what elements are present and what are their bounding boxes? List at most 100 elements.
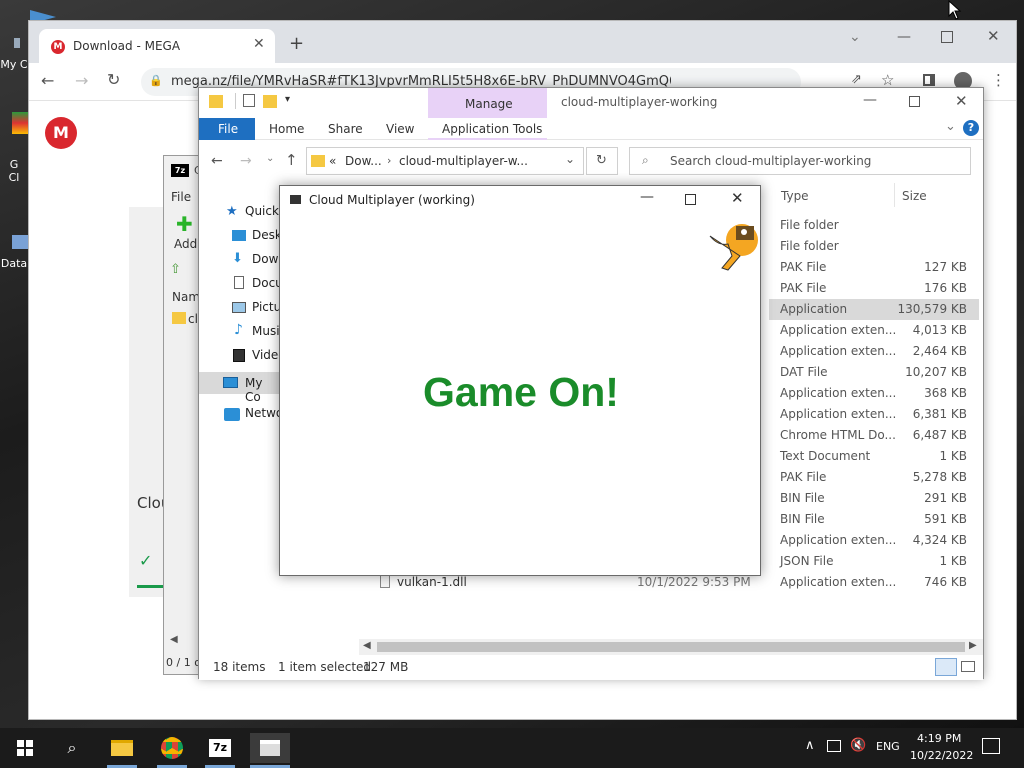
- desktop-icon-label-data[interactable]: Data: [0, 257, 28, 270]
- breadcrumb-current[interactable]: cloud-multiplayer-w...: [399, 154, 528, 168]
- refresh-button[interactable]: ↻: [586, 147, 618, 175]
- tab-search-chevron-icon[interactable]: ⌄: [849, 29, 861, 45]
- column-divider[interactable]: [894, 183, 895, 207]
- chrome-menu-icon[interactable]: ⋮: [991, 71, 1006, 89]
- add-button-label[interactable]: Add: [174, 237, 197, 251]
- explorer-back-icon[interactable]: ←: [211, 153, 223, 169]
- file-row[interactable]: Application exten... 368 KB: [769, 383, 979, 404]
- ribbon-tab-file[interactable]: File: [199, 118, 255, 140]
- breadcrumb-overflow[interactable]: «: [329, 154, 336, 168]
- mega-logo-icon[interactable]: M: [45, 117, 77, 149]
- file-row[interactable]: File folder: [769, 236, 979, 257]
- reload-icon[interactable]: ↻: [107, 70, 120, 89]
- explorer-search-box[interactable]: ⌕ Search cloud-multiplayer-working: [629, 147, 971, 175]
- file-row[interactable]: Application exten... 2,464 KB: [769, 341, 979, 362]
- scrollbar-thumb[interactable]: [377, 642, 965, 652]
- nav-quick-access[interactable]: Quick: [245, 204, 279, 218]
- qat-dropdown-icon[interactable]: ▾: [285, 94, 290, 105]
- desktop-icon-label-chrome[interactable]: G Cl: [0, 158, 28, 184]
- clock-date[interactable]: 10/22/2022: [910, 749, 973, 762]
- taskbar-chrome[interactable]: [157, 733, 187, 763]
- ribbon-tab-home[interactable]: Home: [269, 122, 304, 136]
- new-folder-icon[interactable]: [263, 95, 277, 108]
- explorer-forward-icon[interactable]: →: [240, 153, 252, 169]
- file-row[interactable]: BIN File 291 KB: [769, 488, 979, 509]
- file-row[interactable]: Text Document 1 KB: [769, 446, 979, 467]
- up-arrow-icon[interactable]: ↑: [285, 151, 298, 169]
- maximize-button[interactable]: [941, 31, 953, 43]
- taskbar-7zip[interactable]: 7z: [205, 733, 235, 763]
- horizontal-scrollbar[interactable]: ◀ ▶: [359, 639, 983, 655]
- data-folder-icon[interactable]: [12, 235, 28, 249]
- desktop-icon-label-my-computer[interactable]: My C: [0, 58, 28, 71]
- ribbon-tab-view[interactable]: View: [386, 122, 414, 136]
- clock-time[interactable]: 4:19 PM: [917, 732, 961, 745]
- file-row[interactable]: DAT File 10,207 KB: [769, 362, 979, 383]
- file-name-vulkan[interactable]: vulkan-1.dll: [397, 575, 467, 589]
- file-row[interactable]: Chrome HTML Do... 6,487 KB: [769, 425, 979, 446]
- file-row[interactable]: JSON File 1 KB: [769, 551, 979, 572]
- column-header-type[interactable]: Type: [781, 189, 809, 203]
- game-maximize-button[interactable]: [685, 194, 696, 205]
- file-row[interactable]: File folder: [769, 215, 979, 236]
- help-icon[interactable]: ?: [963, 120, 979, 136]
- side-panel-icon[interactable]: [923, 74, 935, 86]
- start-button[interactable]: [10, 733, 40, 763]
- ribbon-tab-share[interactable]: Share: [328, 122, 363, 136]
- manage-tab[interactable]: Manage: [428, 88, 547, 118]
- file-row[interactable]: Application exten... 746 KB: [769, 572, 979, 593]
- close-button[interactable]: ✕: [987, 27, 1000, 45]
- sevenzip-col-name[interactable]: Nam: [172, 290, 200, 304]
- properties-check-icon[interactable]: [243, 94, 255, 107]
- up-folder-icon[interactable]: ⇧: [170, 262, 181, 277]
- explorer-minimize-button[interactable]: —: [863, 92, 877, 108]
- taskbar-file-explorer[interactable]: [107, 733, 137, 763]
- nav-pictures[interactable]: Pictu: [252, 300, 281, 314]
- network-tray-icon[interactable]: [827, 740, 841, 752]
- scroll-right-icon[interactable]: ▶: [969, 640, 977, 651]
- back-arrow-icon[interactable]: ←: [41, 71, 54, 90]
- file-row[interactable]: Application exten... 4,324 KB: [769, 530, 979, 551]
- explorer-close-button[interactable]: ✕: [955, 92, 968, 110]
- ribbon-expand-chevron-icon[interactable]: ⌄: [945, 119, 956, 134]
- tab-close-icon[interactable]: ✕: [253, 36, 265, 52]
- folder-quick-icon[interactable]: [209, 95, 223, 108]
- nav-network[interactable]: Netwo: [245, 406, 283, 420]
- details-view-icon[interactable]: [935, 658, 957, 676]
- file-row[interactable]: Application exten... 4,013 KB: [769, 320, 979, 341]
- nav-my-computer-row[interactable]: My Co: [199, 372, 281, 404]
- breadcrumb-downloads[interactable]: Dow...: [345, 154, 382, 168]
- large-icons-view-icon[interactable]: [961, 661, 975, 672]
- tray-overflow-chevron-icon[interactable]: ∧: [805, 738, 815, 753]
- tab-mega[interactable]: M Download - MEGA ✕: [39, 29, 275, 63]
- game-close-button[interactable]: ✕: [731, 189, 744, 207]
- file-row[interactable]: BIN File 591 KB: [769, 509, 979, 530]
- forward-arrow-icon[interactable]: →: [75, 71, 88, 90]
- recent-locations-icon[interactable]: ⌄: [266, 153, 274, 164]
- notification-center-icon[interactable]: [982, 738, 1000, 754]
- sevenzip-row-label[interactable]: cl: [188, 312, 198, 326]
- scroll-left-icon[interactable]: ◀: [170, 634, 178, 645]
- sevenzip-menu-file[interactable]: File: [171, 190, 191, 204]
- chrome-desktop-icon[interactable]: [12, 112, 28, 134]
- taskbar-game[interactable]: [250, 733, 290, 763]
- address-dropdown-icon[interactable]: ⌄: [565, 152, 575, 166]
- language-indicator[interactable]: ENG: [876, 740, 900, 753]
- file-row[interactable]: Application exten... 6,381 KB: [769, 404, 979, 425]
- volume-muted-icon[interactable]: 🔇: [850, 738, 866, 753]
- explorer-address-bar[interactable]: « Dow... › cloud-multiplayer-w... ⌄: [306, 147, 584, 175]
- file-row[interactable]: PAK File 127 KB: [769, 257, 979, 278]
- add-plus-icon[interactable]: ✚: [176, 212, 193, 236]
- explorer-maximize-button[interactable]: [909, 96, 920, 107]
- ribbon-tab-application-tools[interactable]: Application Tools: [428, 118, 547, 140]
- minimize-button[interactable]: —: [897, 29, 911, 45]
- search-taskbar-button[interactable]: ⌕: [57, 733, 87, 763]
- file-row[interactable]: PAK File 176 KB: [769, 278, 979, 299]
- file-row[interactable]: PAK File 5,278 KB: [769, 467, 979, 488]
- game-minimize-button[interactable]: —: [640, 189, 654, 205]
- file-row[interactable]: Application 130,579 KB: [769, 299, 979, 320]
- scroll-left-icon[interactable]: ◀: [363, 640, 371, 651]
- column-header-size[interactable]: Size: [902, 189, 927, 203]
- new-tab-button[interactable]: +: [289, 33, 304, 54]
- share-icon[interactable]: ⇗: [851, 72, 862, 87]
